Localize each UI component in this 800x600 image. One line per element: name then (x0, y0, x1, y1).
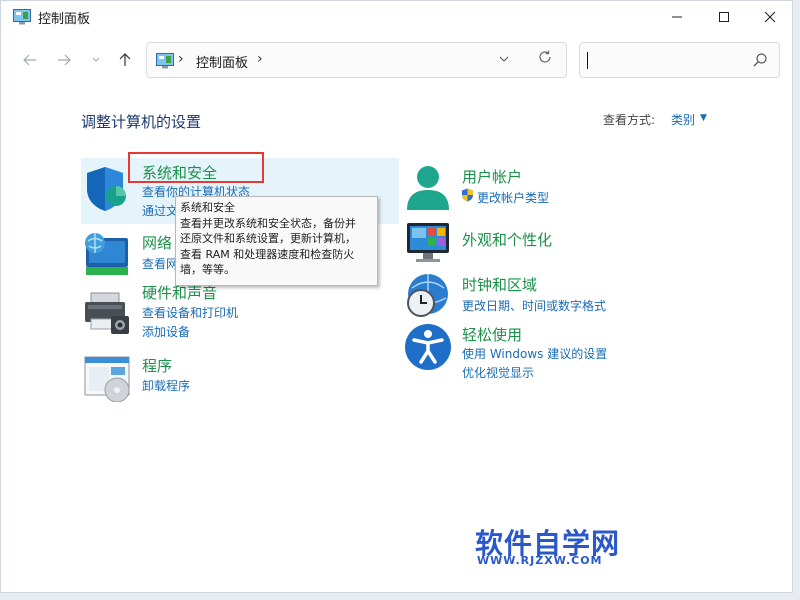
clock-globe-icon (407, 274, 448, 317)
view-by-dropdown[interactable]: 类别 (671, 111, 695, 128)
tooltip-line: 墙，等等。 (180, 263, 235, 276)
forward-button[interactable] (53, 49, 75, 71)
page-heading: 调整计算机的设置 (81, 113, 202, 131)
title-bar: 控制面板 (1, 1, 792, 35)
chevron-down-icon (92, 57, 100, 62)
address-bar[interactable]: › 控制面板 › (146, 42, 567, 78)
search-input[interactable] (579, 42, 780, 78)
tooltip-title: 系统和安全 (180, 201, 235, 214)
link-change-date-time-format[interactable]: 更改日期、时间或数字格式 (462, 297, 606, 314)
maximize-button[interactable] (701, 1, 747, 33)
close-button[interactable] (747, 1, 793, 33)
back-button[interactable] (19, 49, 41, 71)
category-appearance[interactable]: 外观和个性化 (462, 229, 552, 250)
chevron-right-icon[interactable]: › (178, 51, 184, 67)
link-uninstall-program[interactable]: 卸载程序 (142, 377, 190, 394)
link-view-devices-printers[interactable]: 查看设备和打印机 (142, 304, 238, 321)
address-dropdown-button[interactable] (499, 52, 509, 66)
uac-shield-icon (462, 188, 473, 202)
breadcrumb-control-panel[interactable]: 控制面板 (196, 52, 248, 71)
search-icon[interactable] (752, 52, 768, 68)
caret-down-icon[interactable]: ▼ (700, 113, 707, 123)
control-panel-window: 控制面板 › 控制面板 › 调整计算机的设置 查看方式: 类别 ▼ 系统和安全 … (0, 0, 793, 593)
window-title: 控制面板 (38, 12, 91, 27)
tooltip-line: 查看并更改系统和安全状态，备份并 (180, 216, 356, 230)
shield-icon (87, 167, 126, 211)
link-change-account-type[interactable]: 更改帐户类型 (477, 189, 549, 206)
link-add-device[interactable]: 添加设备 (142, 323, 190, 340)
appearance-monitor-icon (407, 223, 449, 262)
minimize-icon (672, 16, 682, 18)
chevron-down-icon (499, 56, 509, 62)
recent-locations-button[interactable] (85, 49, 107, 71)
tooltip-line: 还原文件和系统设置，更新计算机， (180, 232, 356, 245)
link-file-history[interactable]: 通过文 (142, 202, 178, 219)
accessibility-icon (405, 324, 451, 370)
view-by-label: 查看方式: (603, 113, 656, 127)
programs-icon (84, 356, 130, 402)
refresh-icon (539, 50, 551, 63)
arrow-right-icon (58, 54, 71, 66)
link-optimize-visual-display[interactable]: 优化视觉显示 (462, 364, 534, 381)
control-panel-icon (156, 53, 174, 69)
text-caret (587, 52, 588, 69)
annotation-red-box (128, 152, 264, 183)
tooltip-line: 查看 RAM 和处理器速度和检查防火 (180, 247, 355, 261)
link-windows-suggested-settings[interactable]: 使用 Windows 建议的设置 (462, 345, 607, 362)
close-icon (764, 11, 776, 23)
chevron-right-icon[interactable]: › (257, 51, 263, 67)
refresh-button[interactable] (538, 50, 552, 68)
category-ease-of-access[interactable]: 轻松使用 (462, 324, 522, 345)
network-globe-icon (85, 233, 128, 275)
control-panel-icon (13, 9, 31, 25)
printer-icon (85, 292, 129, 334)
category-clock-region[interactable]: 时钟和区域 (462, 274, 537, 295)
tooltip: 系统和安全 查看并更改系统和安全状态，备份并 还原文件和系统设置，更新计算机， … (175, 196, 378, 286)
maximize-icon (719, 12, 729, 22)
arrow-left-icon (23, 54, 36, 66)
up-button[interactable] (114, 49, 136, 71)
category-programs[interactable]: 程序 (142, 355, 172, 376)
category-user-accounts[interactable]: 用户帐户 (462, 166, 522, 187)
watermark-url: WWW.RJZXW.COM (477, 554, 603, 567)
category-network[interactable]: 网络 (142, 232, 172, 253)
user-account-icon (407, 166, 449, 210)
minimize-button[interactable] (654, 1, 700, 33)
arrow-up-icon (119, 53, 131, 66)
link-network-status[interactable]: 查看网 (142, 255, 178, 272)
